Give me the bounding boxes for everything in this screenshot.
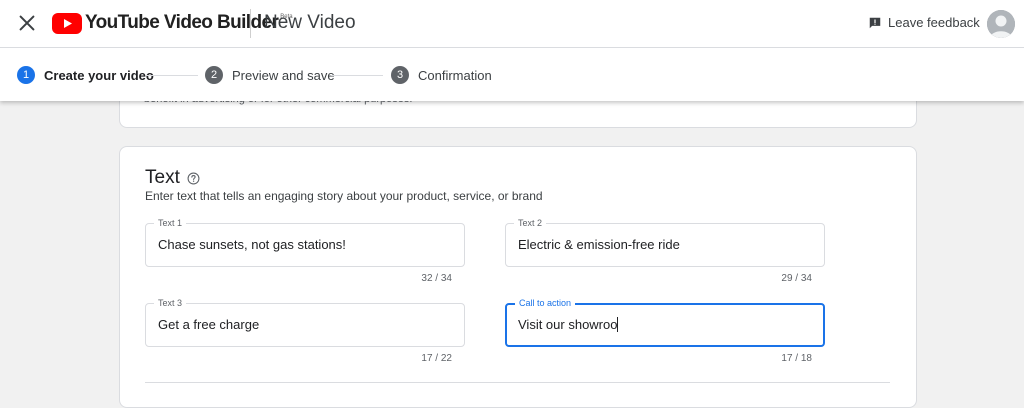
step-create-your-video[interactable]: 1 Create your video [17, 66, 154, 84]
help-icon[interactable] [187, 172, 200, 185]
step-label: Create your video [44, 67, 154, 83]
field-label: Text 3 [154, 297, 187, 309]
section-title-text: Text [145, 167, 180, 188]
top-app-bar: YouTube Video Builder Beta New Video Lea… [0, 0, 1024, 47]
field-value: Visit our showroo [518, 317, 618, 332]
leave-feedback-button[interactable]: Leave feedback [868, 15, 980, 30]
section-divider [145, 382, 890, 383]
step-number: 3 [391, 66, 409, 84]
step-label: Preview and save [232, 67, 335, 83]
step-connector [331, 75, 383, 76]
account-avatar-icon[interactable] [987, 10, 1015, 38]
youtube-video-builder-logo[interactable]: YouTube Video Builder Beta [52, 12, 293, 34]
progress-stepper: 1 Create your video 2 Preview and save 3… [0, 47, 1024, 101]
character-counter: 32 / 34 [421, 273, 452, 284]
text-cursor [617, 317, 619, 332]
call-to-action-field[interactable]: Call to action Visit our showroo [505, 297, 825, 347]
field-value-wrapper: Visit our showroo [518, 317, 619, 332]
page-title: New Video [264, 12, 356, 33]
text-1-field[interactable]: Text 1 Chase sunsets, not gas stations! [145, 217, 465, 267]
text-2-field[interactable]: Text 2 Electric & emission-free ride [505, 217, 825, 267]
youtube-logo-icon [52, 12, 82, 34]
field-value: Electric & emission-free ride [518, 237, 680, 252]
step-confirmation[interactable]: 3 Confirmation [391, 66, 492, 84]
field-label: Text 2 [514, 217, 547, 229]
text-section-card: Text Enter text that tells an engaging s… [119, 146, 917, 408]
section-title: Text [145, 167, 200, 189]
text-3-field[interactable]: Text 3 Get a free charge [145, 297, 465, 347]
close-icon[interactable] [16, 12, 38, 34]
section-description: Enter text that tells an engaging story … [145, 189, 543, 203]
character-counter: 29 / 34 [781, 273, 812, 284]
step-label: Confirmation [418, 67, 492, 83]
feedback-icon [869, 17, 881, 28]
step-number: 1 [17, 66, 35, 84]
step-number: 2 [205, 66, 223, 84]
field-value: Chase sunsets, not gas stations! [158, 237, 346, 252]
step-preview-and-save[interactable]: 2 Preview and save [205, 66, 335, 84]
character-counter: 17 / 22 [421, 353, 452, 364]
character-counter: 17 / 18 [781, 353, 812, 364]
field-label: Call to action [515, 297, 576, 309]
leave-feedback-label: Leave feedback [888, 15, 980, 30]
field-value: Get a free charge [158, 317, 260, 332]
title-divider [250, 9, 251, 38]
field-label: Text 1 [154, 217, 187, 229]
step-connector [146, 75, 198, 76]
